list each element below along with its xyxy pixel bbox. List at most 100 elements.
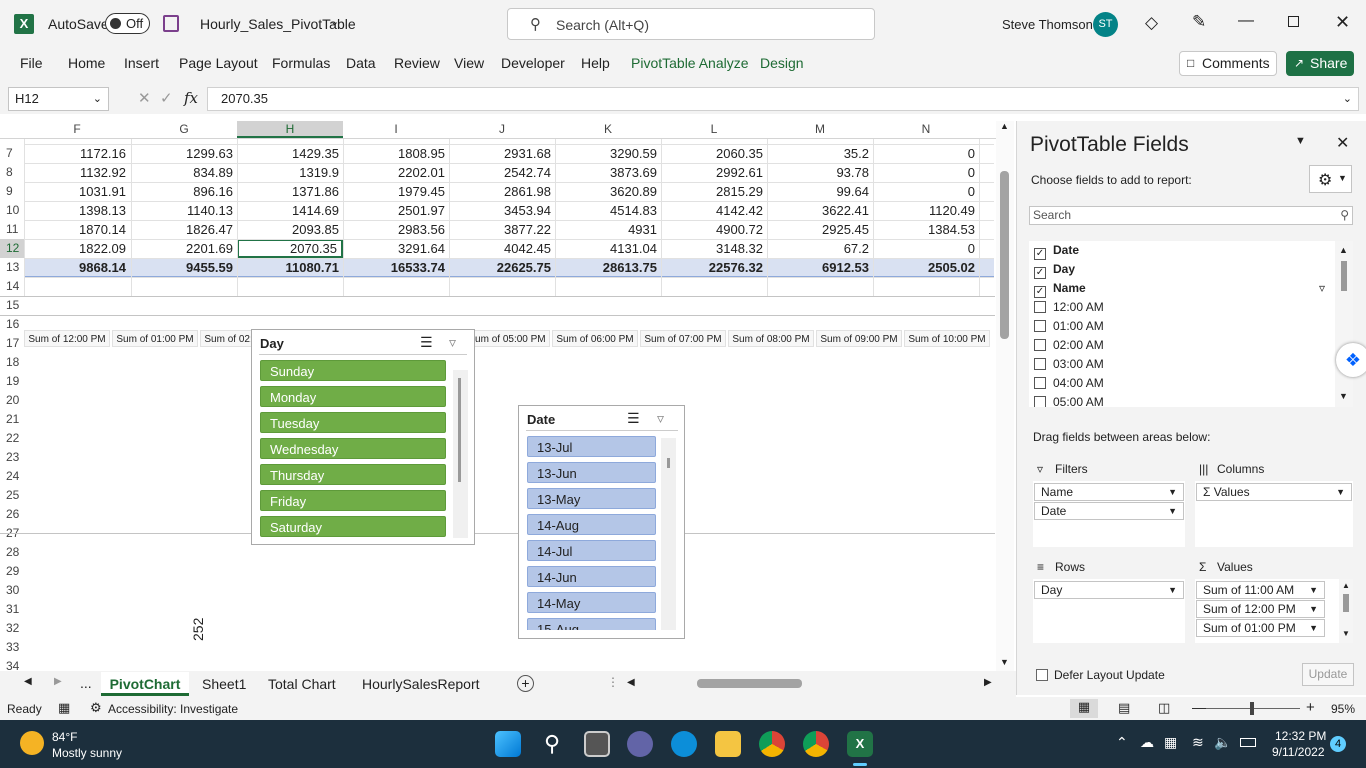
column-header[interactable]: K (555, 121, 661, 138)
horizontal-scroll-thumb[interactable] (697, 679, 802, 688)
edge-icon[interactable] (671, 731, 697, 757)
zoom-in-icon[interactable]: + (1306, 699, 1315, 716)
row-header[interactable]: 18 (0, 353, 24, 372)
field-checkbox[interactable] (1034, 339, 1046, 351)
table-cell[interactable]: 11080.71 (237, 258, 343, 277)
slicer-scrollbar[interactable] (661, 438, 676, 630)
values-area-item[interactable]: Sum of 12:00 PM ▼ (1196, 600, 1325, 618)
table-cell[interactable]: 1808.95 (343, 144, 449, 163)
formula-input[interactable]: 2070.35 ⌄ (207, 87, 1359, 111)
tab-scroll-left-icon[interactable]: ◀ (24, 676, 32, 687)
diamond-icon[interactable]: ◇ (1145, 13, 1158, 33)
zoom-slider[interactable] (1206, 702, 1300, 715)
field-checkbox[interactable] (1034, 358, 1046, 370)
column-header[interactable]: N (873, 121, 979, 138)
row-header[interactable]: 21 (0, 410, 24, 429)
row-header[interactable]: 19 (0, 372, 24, 391)
field-checkbox[interactable]: ✓ (1034, 286, 1046, 298)
row-header[interactable]: 10 (0, 201, 24, 220)
table-cell[interactable]: 2202.01 (343, 163, 449, 182)
row-header[interactable]: 31 (0, 600, 24, 619)
tools-button[interactable]: ⚙ ▼ (1309, 165, 1352, 193)
pivot-field-item[interactable]: 02:00 AM (1034, 336, 1104, 355)
table-cell[interactable]: 2925.45 (767, 220, 873, 239)
table-cell[interactable]: 2201.69 (131, 239, 237, 258)
columns-area-item[interactable]: Σ Values ▼ (1196, 483, 1352, 501)
tab-data[interactable]: Data (346, 55, 376, 71)
table-cell[interactable]: 1384.53 (873, 220, 979, 239)
row-header[interactable]: 23 (0, 448, 24, 467)
row-header[interactable]: 16 (0, 315, 24, 334)
weather-icon[interactable] (20, 731, 44, 755)
windows-start-icon[interactable] (495, 731, 521, 757)
volume-icon[interactable]: 🔈 (1214, 734, 1231, 751)
table-cell[interactable]: 67.2 (767, 239, 873, 258)
row-header[interactable]: 17 (0, 334, 24, 353)
table-cell[interactable]: 2501.97 (343, 201, 449, 220)
row-header[interactable]: 28 (0, 543, 24, 562)
table-cell[interactable]: 4142.42 (661, 201, 767, 220)
table-cell[interactable]: 1429.35 (237, 144, 343, 163)
comments-button[interactable]: □ Comments (1179, 51, 1277, 76)
tab-design[interactable]: Design (760, 55, 804, 71)
pivot-field-item[interactable]: 05:00 AM (1034, 393, 1104, 407)
table-cell[interactable]: 1398.13 (24, 201, 130, 220)
page-layout-view-icon[interactable]: ▤ (1118, 700, 1130, 716)
table-cell[interactable]: 1826.47 (131, 220, 237, 239)
dropbox-icon[interactable]: ❖ (1336, 343, 1366, 377)
table-cell[interactable]: 1132.92 (24, 163, 130, 182)
column-header[interactable]: G (131, 121, 237, 138)
pivot-field-item[interactable]: ✓ Date (1034, 241, 1079, 260)
tab-file[interactable]: File (20, 55, 43, 71)
day-slicer-item[interactable]: Tuesday (260, 412, 446, 433)
row-header[interactable]: 11 (0, 220, 24, 239)
close-icon[interactable]: ✕ (1335, 12, 1350, 33)
table-cell[interactable]: 4131.04 (555, 239, 661, 258)
sheet-tab-pivotchart[interactable]: PivotChart (101, 672, 189, 696)
row-header[interactable]: 15 (0, 296, 24, 315)
more-sheets[interactable]: ... (80, 675, 92, 691)
table-cell[interactable]: 93.78 (767, 163, 873, 182)
accessibility-status[interactable]: Accessibility: Investigate (108, 702, 238, 716)
row-header[interactable]: 9 (0, 182, 24, 201)
field-checkbox[interactable] (1034, 320, 1046, 332)
date-slicer[interactable]: Date ☰ ▿ 13-Jul 13-Jun 13-May 14-Aug 14-Jul 1… (518, 405, 685, 639)
table-cell[interactable]: 3291.64 (343, 239, 449, 258)
row-header[interactable]: 30 (0, 581, 24, 600)
filters-area-item[interactable]: Name ▼ (1034, 483, 1184, 501)
row-header[interactable]: 20 (0, 391, 24, 410)
wifi-icon[interactable]: ≋ (1192, 734, 1204, 751)
update-button[interactable]: Update (1302, 663, 1354, 686)
table-cell[interactable]: 896.16 (131, 182, 237, 201)
cancel-icon[interactable]: ✕ (138, 89, 151, 107)
chart-value-field-button[interactable]: Sum of 06:00 PM (552, 330, 638, 347)
chart-value-field-button[interactable]: Sum of 12:00 PM (24, 330, 110, 347)
rows-area[interactable]: Day ▼ (1033, 579, 1185, 643)
pivot-field-item[interactable]: ✓ Name (1034, 279, 1086, 298)
row-header[interactable]: 7 (0, 144, 24, 163)
pivot-field-item[interactable]: 04:00 AM (1034, 374, 1104, 393)
scroll-down-icon[interactable]: ▼ (1342, 629, 1350, 638)
table-cell[interactable]: 0 (873, 144, 979, 163)
chart-value-field-button[interactable]: Sum of 01:00 PM (112, 330, 198, 347)
table-cell[interactable]: 2060.35 (661, 144, 767, 163)
table-cell[interactable]: 1870.14 (24, 220, 130, 239)
chart-value-field-button[interactable]: Sum of 10:00 PM (904, 330, 990, 347)
tab-insert[interactable]: Insert (124, 55, 159, 71)
minimize-icon[interactable]: — (1238, 12, 1254, 30)
page-break-view-icon[interactable]: ◫ (1158, 700, 1170, 716)
task-view-icon[interactable] (584, 731, 610, 757)
tab-help[interactable]: Help (581, 55, 610, 71)
tab-developer[interactable]: Developer (501, 55, 565, 71)
scroll-up-icon[interactable]: ▲ (1342, 581, 1350, 590)
tab-home[interactable]: Home (68, 55, 105, 71)
column-header[interactable]: F (24, 121, 130, 138)
user-avatar[interactable]: ST (1093, 12, 1118, 37)
table-cell[interactable]: 1031.91 (24, 182, 130, 201)
row-header[interactable]: 24 (0, 467, 24, 486)
scroll-down-icon[interactable]: ▼ (1000, 657, 1009, 667)
chevron-down-icon[interactable]: ⌄ (1343, 88, 1352, 110)
vertical-scrollbar[interactable]: ▲ ▼ (996, 121, 1014, 671)
table-cell[interactable]: 4931 (555, 220, 661, 239)
values-area-item[interactable]: Sum of 01:00 PM ▼ (1196, 619, 1325, 637)
